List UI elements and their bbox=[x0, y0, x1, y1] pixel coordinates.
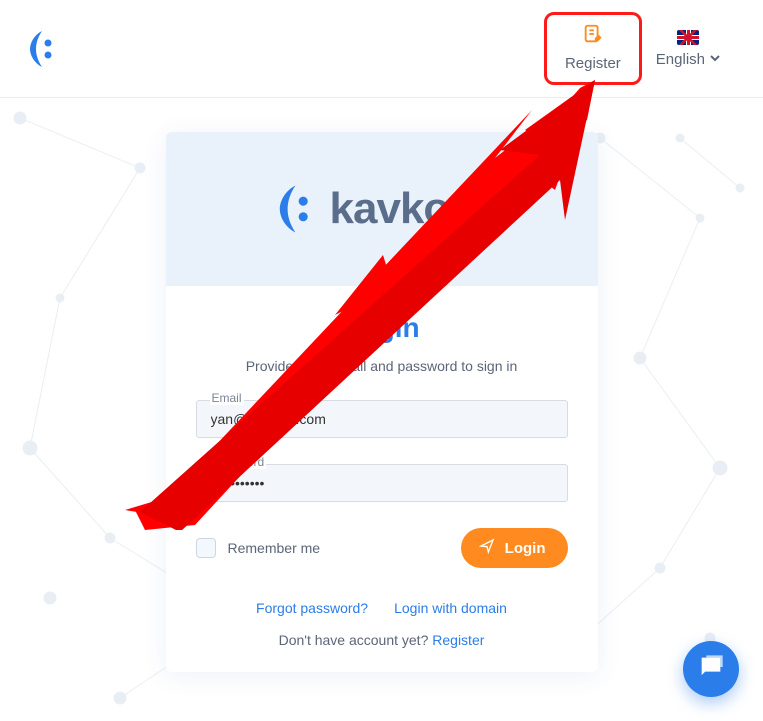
language-selector[interactable]: English bbox=[642, 22, 735, 76]
brand-logo-large-icon bbox=[276, 183, 320, 235]
uk-flag-icon bbox=[677, 30, 699, 45]
password-label: Password bbox=[210, 455, 267, 469]
password-input[interactable] bbox=[196, 464, 568, 502]
chat-fab-button[interactable] bbox=[683, 641, 739, 697]
main: kavkom Login Provide your e-mail and pas… bbox=[0, 98, 763, 672]
remember-label: Remember me bbox=[228, 540, 321, 556]
chat-bubble-icon bbox=[697, 653, 725, 686]
header: Register English bbox=[0, 0, 763, 98]
signup-prompt: Don't have account yet? bbox=[279, 632, 433, 648]
send-icon bbox=[479, 538, 495, 558]
login-subtitle: Provide your e-mail and password to sign… bbox=[196, 358, 568, 374]
register-nav-button[interactable]: Register bbox=[544, 12, 642, 85]
brand-banner: kavkom bbox=[166, 132, 598, 286]
brand-logo-icon bbox=[28, 29, 60, 69]
login-title: Login bbox=[196, 312, 568, 344]
forgot-password-link[interactable]: Forgot password? bbox=[256, 600, 368, 616]
language-label: English bbox=[656, 51, 705, 68]
signup-prompt-row: Don't have account yet? Register bbox=[196, 632, 568, 648]
chevron-down-icon bbox=[709, 51, 721, 68]
register-icon bbox=[582, 23, 604, 49]
login-card: kavkom Login Provide your e-mail and pas… bbox=[166, 132, 598, 672]
login-with-domain-link[interactable]: Login with domain bbox=[394, 600, 507, 616]
password-field-wrapper: Password bbox=[196, 464, 568, 502]
login-button[interactable]: Login bbox=[461, 528, 568, 568]
register-link[interactable]: Register bbox=[432, 632, 484, 648]
email-input[interactable] bbox=[196, 400, 568, 438]
email-label: Email bbox=[210, 391, 244, 405]
register-nav-label: Register bbox=[565, 55, 621, 72]
login-button-label: Login bbox=[505, 540, 546, 557]
email-field-wrapper: Email bbox=[196, 400, 568, 438]
brand-name: kavkom bbox=[330, 184, 488, 234]
remember-checkbox[interactable] bbox=[196, 538, 216, 558]
